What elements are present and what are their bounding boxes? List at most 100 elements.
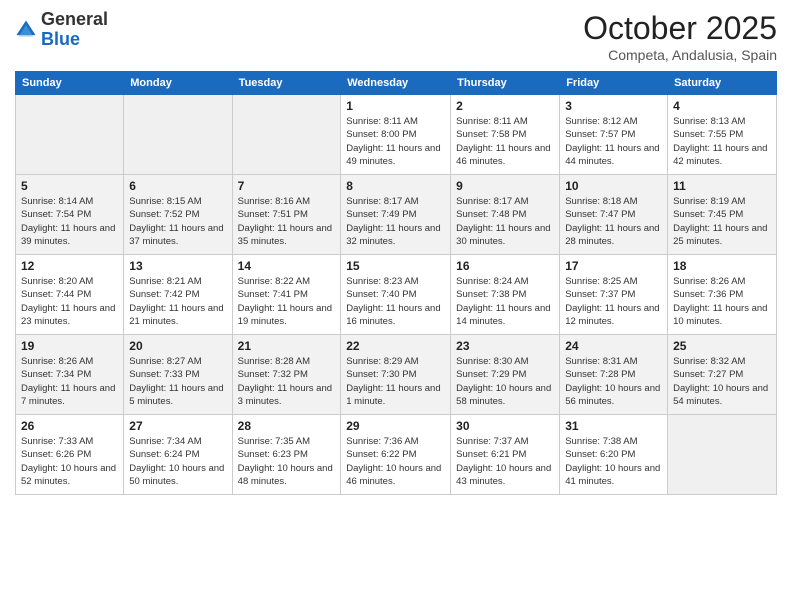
- day-info: Sunrise: 8:17 AMSunset: 7:48 PMDaylight:…: [456, 195, 554, 248]
- day-info: Sunrise: 7:37 AMSunset: 6:21 PMDaylight:…: [456, 435, 554, 488]
- day-info: Sunrise: 8:32 AMSunset: 7:27 PMDaylight:…: [673, 355, 771, 408]
- day-number: 21: [238, 339, 336, 353]
- day-number: 14: [238, 259, 336, 273]
- day-number: 25: [673, 339, 771, 353]
- weekday-saturday: Saturday: [668, 72, 777, 95]
- calendar-cell: 4 Sunrise: 8:13 AMSunset: 7:55 PMDaylight…: [668, 95, 777, 175]
- day-info: Sunrise: 8:21 AMSunset: 7:42 PMDaylight:…: [129, 275, 226, 328]
- day-info: Sunrise: 7:35 AMSunset: 6:23 PMDaylight:…: [238, 435, 336, 488]
- calendar-week-5: 26Sunrise: 7:33 AMSunset: 6:26 PMDayligh…: [16, 415, 777, 495]
- day-info: Sunrise: 8:19 AMSunset: 7:45 PMDaylight:…: [673, 195, 771, 248]
- month-title: October 2025: [583, 10, 777, 47]
- weekday-friday: Friday: [560, 72, 668, 95]
- calendar-week-2: 5 Sunrise: 8:14 AMSunset: 7:54 PMDaylight…: [16, 175, 777, 255]
- calendar-cell: 12Sunrise: 8:20 AMSunset: 7:44 PMDayligh…: [16, 255, 124, 335]
- page-header: General Blue October 2025 Competa, Andal…: [15, 10, 777, 63]
- calendar-cell: 1 Sunrise: 8:11 AMSunset: 8:00 PMDaylight…: [341, 95, 451, 175]
- calendar-cell: 26Sunrise: 7:33 AMSunset: 6:26 PMDayligh…: [16, 415, 124, 495]
- calendar-cell: 28 Sunrise: 7:35 AMSunset: 6:23 PMDayligh…: [232, 415, 341, 495]
- day-info: Sunrise: 8:12 AMSunset: 7:57 PMDaylight:…: [565, 115, 662, 168]
- location-subtitle: Competa, Andalusia, Spain: [583, 47, 777, 63]
- day-number: 17: [565, 259, 662, 273]
- day-number: 28: [238, 419, 336, 433]
- calendar-cell: 31Sunrise: 7:38 AMSunset: 6:20 PMDayligh…: [560, 415, 668, 495]
- day-number: 11: [673, 179, 771, 193]
- day-number: 18: [673, 259, 771, 273]
- logo-icon: [15, 19, 37, 41]
- day-info: Sunrise: 8:30 AMSunset: 7:29 PMDaylight:…: [456, 355, 554, 408]
- weekday-header-row: SundayMondayTuesdayWednesdayThursdayFrid…: [16, 72, 777, 95]
- day-number: 22: [346, 339, 445, 353]
- day-info: Sunrise: 8:27 AMSunset: 7:33 PMDaylight:…: [129, 355, 226, 408]
- calendar-week-3: 12Sunrise: 8:20 AMSunset: 7:44 PMDayligh…: [16, 255, 777, 335]
- day-number: 16: [456, 259, 554, 273]
- day-info: Sunrise: 8:25 AMSunset: 7:37 PMDaylight:…: [565, 275, 662, 328]
- calendar-cell: 23 Sunrise: 8:30 AMSunset: 7:29 PMDayligh…: [451, 335, 560, 415]
- weekday-wednesday: Wednesday: [341, 72, 451, 95]
- calendar-cell: 15 Sunrise: 8:23 AMSunset: 7:40 PMDayligh…: [341, 255, 451, 335]
- weekday-thursday: Thursday: [451, 72, 560, 95]
- day-info: Sunrise: 8:26 AMSunset: 7:34 PMDaylight:…: [21, 355, 118, 408]
- calendar-cell: 24Sunrise: 8:31 AMSunset: 7:28 PMDayligh…: [560, 335, 668, 415]
- calendar-cell: 25 Sunrise: 8:32 AMSunset: 7:27 PMDayligh…: [668, 335, 777, 415]
- day-number: 5: [21, 179, 118, 193]
- calendar-cell: 20 Sunrise: 8:27 AMSunset: 7:33 PMDayligh…: [124, 335, 232, 415]
- calendar-cell: 9 Sunrise: 8:17 AMSunset: 7:48 PMDaylight…: [451, 175, 560, 255]
- calendar-cell: 13 Sunrise: 8:21 AMSunset: 7:42 PMDayligh…: [124, 255, 232, 335]
- calendar-cell: 21Sunrise: 8:28 AMSunset: 7:32 PMDayligh…: [232, 335, 341, 415]
- day-info: Sunrise: 8:14 AMSunset: 7:54 PMDaylight:…: [21, 195, 118, 248]
- day-number: 19: [21, 339, 118, 353]
- day-info: Sunrise: 8:13 AMSunset: 7:55 PMDaylight:…: [673, 115, 771, 168]
- calendar-cell: 2Sunrise: 8:11 AMSunset: 7:58 PMDaylight…: [451, 95, 560, 175]
- day-number: 8: [346, 179, 445, 193]
- calendar-cell: 5 Sunrise: 8:14 AMSunset: 7:54 PMDaylight…: [16, 175, 124, 255]
- day-info: Sunrise: 8:26 AMSunset: 7:36 PMDaylight:…: [673, 275, 771, 328]
- weekday-tuesday: Tuesday: [232, 72, 341, 95]
- day-info: Sunrise: 8:11 AMSunset: 8:00 PMDaylight:…: [346, 115, 445, 168]
- calendar-cell: [16, 95, 124, 175]
- day-info: Sunrise: 8:31 AMSunset: 7:28 PMDaylight:…: [565, 355, 662, 408]
- calendar-cell: 10Sunrise: 8:18 AMSunset: 7:47 PMDayligh…: [560, 175, 668, 255]
- day-number: 10: [565, 179, 662, 193]
- day-info: Sunrise: 8:15 AMSunset: 7:52 PMDaylight:…: [129, 195, 226, 248]
- day-info: Sunrise: 8:22 AMSunset: 7:41 PMDaylight:…: [238, 275, 336, 328]
- day-number: 12: [21, 259, 118, 273]
- day-info: Sunrise: 8:29 AMSunset: 7:30 PMDaylight:…: [346, 355, 445, 408]
- day-info: Sunrise: 8:16 AMSunset: 7:51 PMDaylight:…: [238, 195, 336, 248]
- day-number: 30: [456, 419, 554, 433]
- day-info: Sunrise: 7:33 AMSunset: 6:26 PMDaylight:…: [21, 435, 118, 488]
- calendar-cell: [124, 95, 232, 175]
- day-info: Sunrise: 7:38 AMSunset: 6:20 PMDaylight:…: [565, 435, 662, 488]
- day-info: Sunrise: 7:36 AMSunset: 6:22 PMDaylight:…: [346, 435, 445, 488]
- day-info: Sunrise: 8:17 AMSunset: 7:49 PMDaylight:…: [346, 195, 445, 248]
- day-number: 1: [346, 99, 445, 113]
- logo-blue: Blue: [41, 29, 80, 49]
- calendar-table: SundayMondayTuesdayWednesdayThursdayFrid…: [15, 71, 777, 495]
- weekday-sunday: Sunday: [16, 72, 124, 95]
- day-number: 20: [129, 339, 226, 353]
- day-number: 27: [129, 419, 226, 433]
- logo-general: General: [41, 9, 108, 29]
- calendar-cell: 27 Sunrise: 7:34 AMSunset: 6:24 PMDayligh…: [124, 415, 232, 495]
- calendar-cell: 16 Sunrise: 8:24 AMSunset: 7:38 PMDayligh…: [451, 255, 560, 335]
- day-number: 6: [129, 179, 226, 193]
- day-number: 13: [129, 259, 226, 273]
- calendar-cell: 6 Sunrise: 8:15 AMSunset: 7:52 PMDaylight…: [124, 175, 232, 255]
- day-number: 9: [456, 179, 554, 193]
- day-info: Sunrise: 8:24 AMSunset: 7:38 PMDaylight:…: [456, 275, 554, 328]
- weekday-monday: Monday: [124, 72, 232, 95]
- title-block: October 2025 Competa, Andalusia, Spain: [583, 10, 777, 63]
- day-info: Sunrise: 8:23 AMSunset: 7:40 PMDaylight:…: [346, 275, 445, 328]
- day-number: 2: [456, 99, 554, 113]
- calendar-cell: 19 Sunrise: 8:26 AMSunset: 7:34 PMDayligh…: [16, 335, 124, 415]
- calendar-cell: 30 Sunrise: 7:37 AMSunset: 6:21 PMDayligh…: [451, 415, 560, 495]
- day-number: 23: [456, 339, 554, 353]
- day-number: 7: [238, 179, 336, 193]
- calendar-cell: [668, 415, 777, 495]
- day-number: 15: [346, 259, 445, 273]
- calendar-cell: [232, 95, 341, 175]
- day-info: Sunrise: 7:34 AMSunset: 6:24 PMDaylight:…: [129, 435, 226, 488]
- logo: General Blue: [15, 10, 108, 50]
- day-number: 4: [673, 99, 771, 113]
- calendar-cell: 8 Sunrise: 8:17 AMSunset: 7:49 PMDaylight…: [341, 175, 451, 255]
